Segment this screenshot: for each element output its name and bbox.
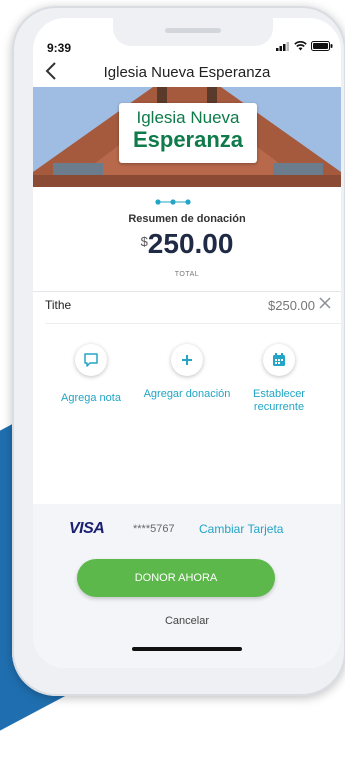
- phone-notch: [113, 18, 273, 46]
- divider: [45, 323, 341, 324]
- church-sign: Iglesia Nueva Esperanza: [119, 103, 257, 163]
- donation-total-amount: $250.00: [33, 228, 341, 260]
- wifi-icon: [294, 41, 307, 51]
- total-caption: TOTAL: [174, 271, 200, 278]
- currency-symbol: $: [140, 234, 148, 249]
- donate-now-button[interactable]: DONOR AHORA: [77, 559, 275, 597]
- card-number: ****5767: [133, 523, 175, 535]
- payment-panel: VISA ****5767 Cambiar Tarjeta DONOR AHOR…: [33, 504, 341, 668]
- plus-icon: [182, 355, 192, 365]
- amount-value: 250.00: [147, 228, 234, 259]
- progress-dot-2: [170, 199, 176, 205]
- visa-logo: VISA: [69, 520, 105, 537]
- battery-icon: [311, 41, 333, 51]
- progress-dot-3: [185, 199, 191, 205]
- line-item-name: Tithe: [45, 298, 72, 312]
- phone-frame: 9:39 Iglesia Nueva Esperanza Iglesia Nue…: [12, 6, 345, 696]
- change-card-link[interactable]: Cambiar Tarjeta: [199, 522, 283, 536]
- set-recurring-button[interactable]: [263, 344, 295, 376]
- sign-line-1: Iglesia Nueva: [136, 108, 240, 127]
- navigation-bar: Iglesia Nueva Esperanza: [33, 62, 341, 88]
- signal-icon: [276, 42, 289, 51]
- speaker: [165, 28, 221, 33]
- set-recurring-label[interactable]: Establecer recurrente: [229, 388, 329, 414]
- set-recurring-action[interactable]: Establecer recurrente: [229, 344, 329, 414]
- donation-summary-label: Resumen de donación: [128, 213, 246, 225]
- add-donation-button[interactable]: [171, 344, 203, 376]
- sign-line-2: Esperanza: [132, 127, 244, 152]
- line-item-amount[interactable]: $250.00: [268, 298, 315, 313]
- church-banner-image: Iglesia Nueva Esperanza: [33, 87, 341, 187]
- add-note-button[interactable]: [75, 344, 107, 376]
- divider: [33, 291, 341, 292]
- calendar-icon: [273, 353, 285, 366]
- close-icon: [319, 297, 331, 309]
- add-donation-action[interactable]: Agregar donación: [137, 344, 237, 401]
- add-donation-label[interactable]: Agregar donación: [137, 388, 237, 401]
- add-note-action[interactable]: Agrega nota: [41, 344, 141, 405]
- chat-bubble-icon: [84, 353, 98, 367]
- cancel-button[interactable]: Cancelar: [33, 615, 341, 627]
- status-time: 9:39: [47, 41, 72, 55]
- page-title: Iglesia Nueva Esperanza: [103, 64, 271, 81]
- remove-line-item-button[interactable]: [319, 297, 331, 312]
- app-screen: 9:39 Iglesia Nueva Esperanza Iglesia Nue…: [33, 18, 341, 668]
- progress-dots: [155, 199, 191, 205]
- add-note-label[interactable]: Agrega nota: [41, 392, 141, 405]
- home-indicator[interactable]: [132, 647, 242, 651]
- progress-dot-1: [155, 199, 161, 205]
- status-icons: [276, 41, 333, 51]
